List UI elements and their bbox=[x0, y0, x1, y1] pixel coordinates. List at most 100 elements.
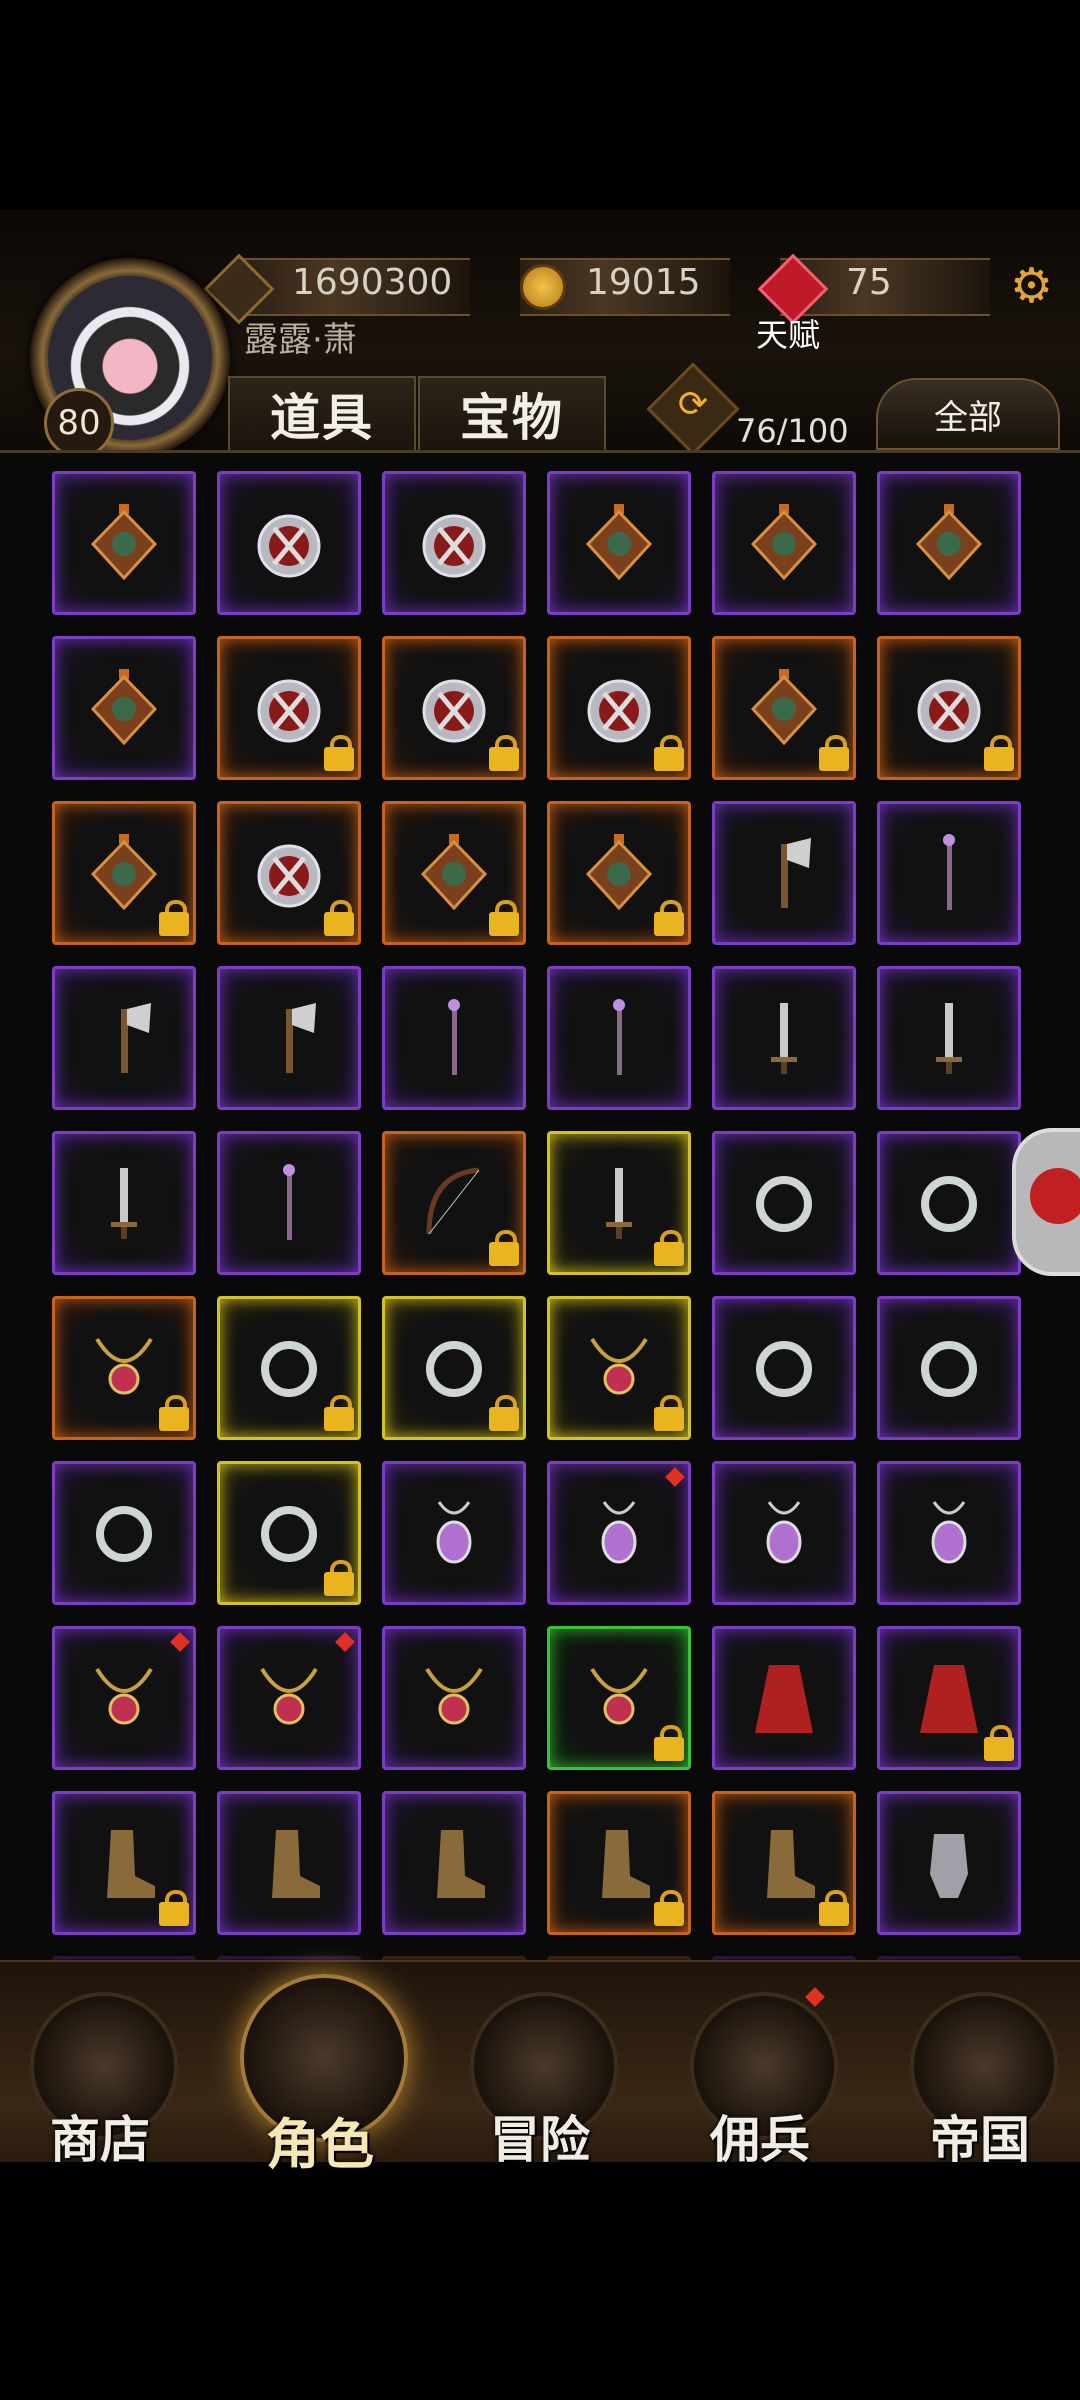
lock-icon bbox=[489, 900, 519, 938]
badge-icon bbox=[1030, 1168, 1080, 1224]
crossed-swords-medal-icon bbox=[584, 669, 654, 747]
inventory-slot[interactable] bbox=[712, 471, 856, 615]
inventory-slot[interactable] bbox=[547, 1626, 691, 1770]
inventory-slot[interactable] bbox=[547, 636, 691, 780]
nav-item-2[interactable]: 冒险 bbox=[460, 1962, 620, 2169]
ruby-necklace-icon bbox=[419, 1659, 489, 1737]
side-float-button[interactable] bbox=[1012, 1128, 1080, 1276]
gauntlet-icon bbox=[914, 1824, 984, 1902]
lock-icon bbox=[159, 900, 189, 938]
inventory-slot[interactable] bbox=[52, 1626, 196, 1770]
inventory-slot[interactable] bbox=[382, 966, 526, 1110]
inventory-slot[interactable] bbox=[877, 1296, 1021, 1440]
nav-item-4[interactable]: 帝国 bbox=[900, 1962, 1060, 2169]
inventory-slot[interactable] bbox=[547, 1131, 691, 1275]
fur-boot-icon bbox=[749, 1824, 819, 1902]
topaz-ring-icon bbox=[914, 1329, 984, 1407]
inventory-slot[interactable] bbox=[382, 1131, 526, 1275]
player-level-badge: 80 bbox=[44, 388, 114, 458]
inventory-slot[interactable] bbox=[382, 1626, 526, 1770]
inventory-slot[interactable] bbox=[712, 1626, 856, 1770]
amethyst-pendant-icon bbox=[419, 1494, 489, 1572]
inventory-slot[interactable] bbox=[382, 471, 526, 615]
talent-label[interactable]: 天赋 bbox=[756, 310, 820, 356]
sword-medal-icon bbox=[914, 669, 984, 747]
inventory-slot[interactable] bbox=[52, 1296, 196, 1440]
inventory-slot[interactable] bbox=[217, 1131, 361, 1275]
nav-item-0[interactable]: 商店 bbox=[20, 1962, 180, 2169]
inventory-slot[interactable] bbox=[547, 966, 691, 1110]
inventory-slot[interactable] bbox=[712, 1131, 856, 1275]
lock-icon bbox=[819, 735, 849, 773]
inventory-slot[interactable] bbox=[217, 801, 361, 945]
inventory-slot[interactable] bbox=[217, 1296, 361, 1440]
inventory-slot[interactable] bbox=[52, 471, 196, 615]
inventory-slot[interactable] bbox=[52, 966, 196, 1110]
flower-necklace-icon bbox=[254, 1659, 324, 1737]
red-cape-icon bbox=[914, 1659, 984, 1737]
sword-icon bbox=[914, 999, 984, 1077]
inventory-slot[interactable] bbox=[547, 1461, 691, 1605]
gear-icon[interactable]: ⚙ bbox=[1010, 262, 1058, 310]
inventory-slot[interactable] bbox=[712, 1461, 856, 1605]
inventory-slot[interactable] bbox=[217, 636, 361, 780]
inventory-slot[interactable] bbox=[382, 636, 526, 780]
nav-label: 帝国 bbox=[930, 2111, 1030, 2169]
inventory-slot[interactable] bbox=[712, 636, 856, 780]
inventory-slot[interactable] bbox=[877, 471, 1021, 615]
notification-badge bbox=[805, 1987, 825, 2007]
inventory-slot[interactable] bbox=[877, 636, 1021, 780]
coin-icon bbox=[520, 264, 566, 310]
inventory-slot[interactable] bbox=[712, 1791, 856, 1935]
inventory-slot[interactable] bbox=[382, 1461, 526, 1605]
bell-amulet-icon bbox=[89, 834, 159, 912]
inventory-slot[interactable] bbox=[712, 1296, 856, 1440]
inventory-slot[interactable] bbox=[547, 1791, 691, 1935]
new-item-badge bbox=[170, 1632, 190, 1652]
player-name: 露露·萧 bbox=[244, 320, 357, 360]
nav-item-3[interactable]: 佣兵 bbox=[680, 1962, 840, 2169]
bottom-nav: 商店 角色 冒险 佣兵 帝国 bbox=[0, 1960, 1080, 2176]
tab-treasures[interactable]: 宝物 bbox=[418, 376, 606, 450]
inventory-slot[interactable] bbox=[712, 966, 856, 1110]
sword-medal-icon bbox=[419, 669, 489, 747]
inventory-slot[interactable] bbox=[877, 1131, 1021, 1275]
inventory-slot[interactable] bbox=[52, 1791, 196, 1935]
lock-icon bbox=[324, 1560, 354, 1598]
inventory-slot[interactable] bbox=[547, 1296, 691, 1440]
lock-icon bbox=[654, 1395, 684, 1433]
inventory-slot[interactable] bbox=[217, 966, 361, 1110]
leather-boot-icon bbox=[89, 1824, 159, 1902]
nav-label: 佣兵 bbox=[710, 2111, 810, 2169]
lock-icon bbox=[654, 1725, 684, 1763]
nav-item-1[interactable]: 角色 bbox=[240, 1962, 408, 2176]
refresh-icon: ⟳ bbox=[677, 383, 709, 425]
inventory-slot[interactable] bbox=[52, 1131, 196, 1275]
inventory-slot[interactable] bbox=[877, 1791, 1021, 1935]
tab-items[interactable]: 道具 bbox=[228, 376, 416, 450]
inventory-slot[interactable] bbox=[547, 801, 691, 945]
inventory-slot[interactable] bbox=[877, 1461, 1021, 1605]
inventory-slot[interactable] bbox=[382, 801, 526, 945]
lock-icon bbox=[324, 900, 354, 938]
inventory-slot[interactable] bbox=[52, 636, 196, 780]
ruby-ring-icon bbox=[419, 1329, 489, 1407]
inventory-slot[interactable] bbox=[877, 1626, 1021, 1770]
inventory-slot[interactable] bbox=[877, 966, 1021, 1110]
inventory-slot[interactable] bbox=[217, 1791, 361, 1935]
armor-amulet-icon bbox=[749, 669, 819, 747]
inventory-slot[interactable] bbox=[217, 1626, 361, 1770]
inventory-slot[interactable] bbox=[547, 471, 691, 615]
inventory-slot[interactable] bbox=[52, 801, 196, 945]
inventory-slot[interactable] bbox=[217, 1461, 361, 1605]
lock-icon bbox=[819, 1890, 849, 1928]
inventory-slot[interactable] bbox=[382, 1296, 526, 1440]
inventory-slot[interactable] bbox=[217, 471, 361, 615]
inventory-slot[interactable] bbox=[382, 1791, 526, 1935]
inventory-slot[interactable] bbox=[877, 801, 1021, 945]
filter-all-button[interactable]: 全部 bbox=[876, 378, 1060, 450]
inventory-capacity: 76/100 bbox=[736, 412, 849, 450]
inventory-slot[interactable] bbox=[712, 801, 856, 945]
inventory-slot[interactable] bbox=[52, 1461, 196, 1605]
anchor-amulet-icon bbox=[584, 834, 654, 912]
